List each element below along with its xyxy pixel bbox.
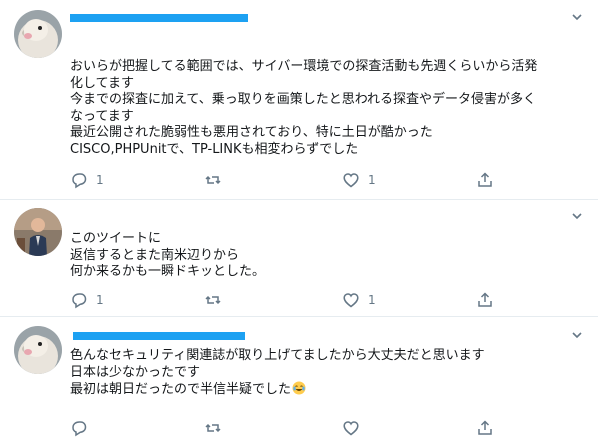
like-count: 1 (368, 293, 376, 307)
tweet-line: CISCO,PHPUnitで、TP-LINKも相変わらずでした (70, 141, 359, 157)
like-button[interactable]: 1 (342, 290, 376, 310)
share-button[interactable] (476, 170, 494, 190)
share-icon (478, 420, 492, 435)
tweet-line: おいらが把握してる範囲では、サイバー環境での探査活動も先週くらいから活発 (70, 59, 538, 74)
caret-down-icon[interactable] (570, 208, 584, 222)
tweet-line: 化してます (70, 75, 134, 91)
caret-down-icon[interactable] (570, 9, 584, 23)
tweet-line: 色んなセキュリティ関連誌が取り上げてましたから大丈夫だと思います (70, 348, 485, 363)
reply-icon (72, 421, 87, 437)
reply-button[interactable]: 1 (70, 290, 104, 310)
avatar[interactable] (14, 208, 62, 256)
tweet-line: 返信するとまた南米辺りから (70, 247, 240, 263)
tweet-line: 今までの探査に加えて、乗っ取りを画策したと思われる探査やデータ侵害が多く (70, 92, 537, 107)
tweet-3[interactable]: 色んなセキュリティ関連誌が取り上げてましたから大丈夫だと思います 日本は少なかっ… (0, 317, 598, 438)
reply-button[interactable]: 1 (70, 170, 104, 190)
tweet-line: 何か来るかも一瞬ドキッとした。 (70, 264, 266, 279)
joy-emoji-icon (292, 381, 306, 395)
like-icon (343, 173, 359, 188)
like-icon (343, 293, 359, 308)
like-button[interactable]: 1 (342, 170, 376, 190)
tweet-1[interactable]: おいらが把握してる範囲では、サイバー環境での探査活動も先週くらいから活発 化して… (0, 0, 598, 199)
avatar[interactable] (14, 10, 62, 58)
share-button[interactable] (476, 418, 494, 438)
tweet-line: なってます (70, 108, 134, 124)
reply-icon (72, 173, 87, 189)
reply-count: 1 (96, 173, 104, 187)
like-count: 1 (368, 173, 376, 187)
retweet-button[interactable] (204, 418, 222, 438)
action-bar: 1 1 (70, 290, 510, 310)
retweet-icon (205, 423, 221, 433)
retweet-icon (205, 295, 221, 305)
username-redacted[interactable] (70, 14, 248, 22)
tweet-text: 色んなセキュリティ関連誌が取り上げてましたから大丈夫だと思います 日本は少なかっ… (70, 348, 578, 399)
tweet-line: 最近公開された脆弱性も悪用されており、特に土日が酷かった (70, 125, 433, 140)
tweet-2[interactable]: このツイートに 返信するとまた南米辺りから 何か来るかも一瞬ドキッとした。 1 … (0, 200, 598, 316)
caret-down-icon[interactable] (570, 327, 584, 341)
retweet-button[interactable] (204, 170, 230, 190)
avatar[interactable] (14, 326, 62, 374)
action-bar (70, 418, 510, 438)
retweet-icon (205, 175, 221, 185)
like-button[interactable] (342, 418, 360, 438)
reply-icon (72, 293, 87, 309)
tweet-line: 日本は少なかったです (70, 364, 201, 380)
like-icon (343, 421, 359, 436)
action-bar: 1 1 (70, 170, 510, 190)
tweet-line-text: 最初は朝日だったので半信半疑でした (70, 382, 292, 397)
share-button[interactable] (476, 290, 494, 310)
tweet-text: このツイートに 返信するとまた南米辺りから 何か来るかも一瞬ドキッとした。 (70, 231, 578, 281)
reply-count: 1 (96, 293, 104, 307)
tweet-text: おいらが把握してる範囲では、サイバー環境での探査活動も先週くらいから活発 化して… (70, 59, 578, 158)
tweet-line: このツイートに (70, 231, 162, 246)
tweet-line: 最初は朝日だったので半信半疑でした (70, 381, 578, 399)
reply-button[interactable] (70, 418, 88, 438)
retweet-button[interactable] (204, 290, 230, 310)
share-icon (478, 292, 492, 307)
share-icon (478, 172, 492, 187)
username-redacted[interactable] (73, 332, 245, 340)
